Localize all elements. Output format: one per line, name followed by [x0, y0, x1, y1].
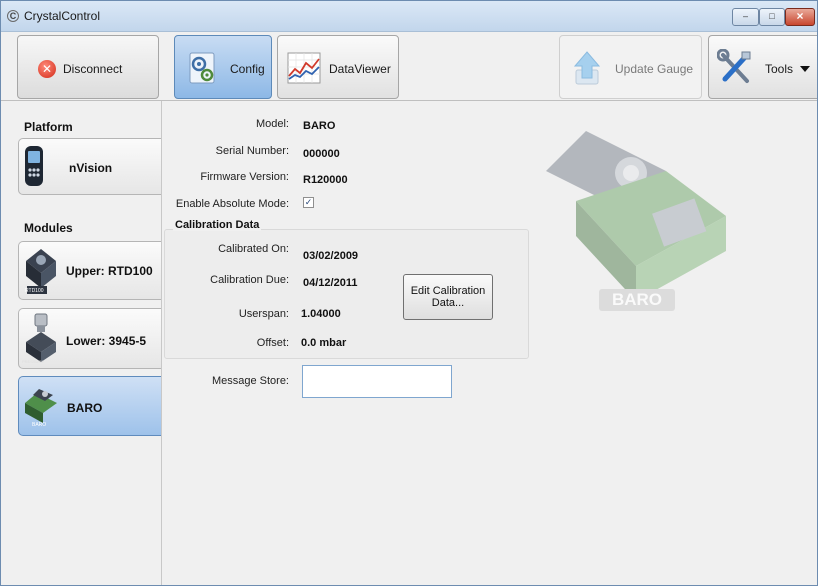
module-tag: BARO [32, 422, 47, 428]
sidebar: Platform nVision Modules RTD100 Upper: R… [1, 101, 162, 585]
calibration-group-title: Calibration Data [173, 219, 262, 231]
maximize-button[interactable]: □ [759, 8, 785, 26]
userspan-label: Userspan: [238, 308, 289, 320]
model-label: Model: [255, 118, 289, 130]
calibration-due-label: Calibration Due: [210, 274, 289, 286]
toolbar: ✕ Disconnect Config DataViewer Update Ga… [1, 32, 817, 101]
config-label: Config [230, 62, 265, 76]
calibrated-on-value: 03/02/2009 [303, 250, 359, 262]
disconnect-x-icon: ✕ [38, 60, 56, 78]
update-gauge-button[interactable]: Update Gauge [559, 35, 702, 99]
firmware-version-label: Firmware Version: [200, 171, 289, 183]
offset-value: 0.0 mbar [301, 337, 347, 349]
firmware-version-value: R120000 [303, 174, 348, 186]
handheld-device-icon [25, 146, 43, 186]
pressure-module-icon [26, 313, 56, 362]
offset-label: Offset: [256, 337, 289, 349]
chart-icon [287, 52, 321, 84]
sidebar-item-label: BARO [67, 401, 103, 415]
sidebar-item-label: Upper: RTD100 [66, 264, 153, 278]
message-store-input[interactable] [302, 365, 452, 398]
module-tag: PRESSURE [22, 359, 45, 364]
calibrated-on-label: Calibrated On: [218, 243, 289, 255]
module-watermark-label: BARO [599, 289, 675, 311]
sidebar-item-baro[interactable]: BARO BARO [18, 376, 161, 436]
module-tag: RTD100 [25, 288, 44, 294]
tools-icon [717, 49, 751, 83]
app-logo-icon: C [7, 10, 19, 22]
close-button[interactable]: × [785, 8, 815, 26]
title-bar: C CrystalControl – □ × [1, 1, 817, 32]
tools-label: Tools [765, 62, 794, 76]
platform-heading: Platform [24, 120, 73, 134]
tab-dataviewer[interactable]: DataViewer [277, 35, 399, 99]
app-window: C CrystalControl – □ × ✕ Disconnect Conf… [0, 0, 818, 586]
calibration-due-value: 04/12/2011 [303, 277, 358, 289]
message-store-label: Message Store: [211, 375, 289, 387]
serial-number-value: 000000 [303, 148, 340, 160]
window-title: CrystalControl [24, 9, 101, 23]
serial-number-label: Serial Number: [215, 145, 289, 157]
sidebar-item-nvision[interactable]: nVision [18, 138, 161, 195]
userspan-value: 1.04000 [301, 308, 341, 320]
gears-icon [189, 52, 215, 84]
disconnect-label: Disconnect [63, 62, 123, 76]
edit-calibration-button[interactable]: Edit Calibration Data... [403, 274, 493, 320]
chevron-down-icon[interactable] [800, 66, 810, 72]
disconnect-button[interactable]: ✕ Disconnect [17, 35, 159, 99]
modules-heading: Modules [24, 221, 73, 235]
absolute-mode-label: Enable Absolute Mode: [175, 198, 289, 210]
update-gauge-label: Update Gauge [615, 62, 694, 76]
minimize-button[interactable]: – [732, 8, 759, 26]
tools-menu-button[interactable]: Tools [708, 35, 817, 99]
tab-config[interactable]: Config [174, 35, 272, 99]
sidebar-item-label: nVision [69, 161, 113, 175]
sidebar-item-lower-3945-5[interactable]: PRESSURE Lower: 3945-5 [18, 308, 161, 369]
sidebar-item-label: Lower: 3945-5 [66, 334, 147, 348]
absolute-mode-checkbox[interactable]: ✓ [303, 197, 314, 208]
sidebar-item-upper-rtd100[interactable]: RTD100 Upper: RTD100 [18, 241, 161, 300]
up-arrow-icon [573, 51, 601, 85]
dataviewer-label: DataViewer [329, 62, 391, 76]
model-value: BARO [303, 120, 336, 132]
